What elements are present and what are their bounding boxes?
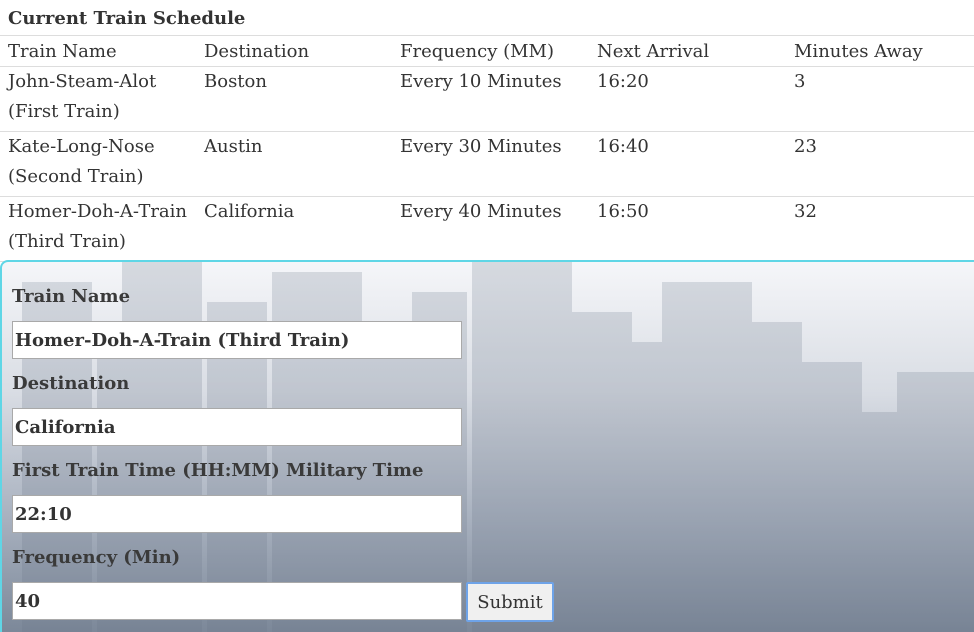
column-header-destination: Destination — [196, 36, 392, 67]
cell-next-arrival: 16:20 — [589, 66, 786, 132]
table-header-row: Train Name Destination Frequency (MM) Ne… — [0, 36, 974, 67]
frequency-text: Every 30 Minutes — [400, 136, 562, 157]
train-name-subtext: (First Train) — [8, 101, 120, 122]
cell-train-name: Kate-Long-Nose (Second Train) — [0, 131, 196, 197]
train-name-subtext: (Second Train) — [8, 166, 144, 187]
cell-minutes-away: 32 — [786, 196, 974, 262]
cell-destination: Austin — [196, 131, 392, 197]
schedule-title: Current Train Schedule — [8, 8, 246, 29]
column-header-train-name: Train Name — [0, 36, 196, 67]
add-train-form: Train Name Destination First Train Time … — [0, 260, 974, 632]
first-train-time-input[interactable] — [12, 495, 462, 533]
next-arrival-text: 16:20 — [597, 71, 649, 92]
column-header-next-arrival: Next Arrival — [589, 36, 786, 67]
minutes-away-text: 23 — [794, 136, 817, 157]
minutes-away-text: 32 — [794, 201, 817, 222]
cell-next-arrival: 16:50 — [589, 196, 786, 262]
cell-minutes-away: 23 — [786, 131, 974, 197]
train-schedule-table: Train Name Destination Frequency (MM) Ne… — [0, 36, 974, 262]
frequency-label: Frequency (Min) — [12, 547, 181, 568]
cell-destination: Boston — [196, 66, 392, 132]
cell-frequency: Every 40 Minutes — [392, 196, 589, 262]
cell-train-name: Homer-Doh-A-Train (Third Train) — [0, 196, 196, 262]
train-name-subtext: (Third Train) — [8, 231, 126, 252]
frequency-text: Every 10 Minutes — [400, 71, 562, 92]
train-schedule-panel: Current Train Schedule Train Name Destin… — [0, 0, 974, 262]
cell-frequency: Every 10 Minutes — [392, 66, 589, 132]
minutes-away-text: 3 — [794, 71, 806, 92]
column-header-minutes-away: Minutes Away — [786, 36, 974, 67]
cell-next-arrival: 16:40 — [589, 131, 786, 197]
cell-destination: California — [196, 196, 392, 262]
city-skyline-background — [22, 262, 974, 632]
table-row: Kate-Long-Nose (Second Train) Austin Ever… — [0, 131, 974, 197]
submit-button[interactable]: Submit — [466, 582, 554, 622]
cell-train-name: John-Steam-Alot (First Train) — [0, 66, 196, 132]
table-row: John-Steam-Alot (First Train) Boston Ever… — [0, 66, 974, 132]
destination-input[interactable] — [12, 408, 462, 446]
first-train-time-label: First Train Time (HH:MM) Military Time — [12, 460, 424, 481]
next-arrival-text: 16:50 — [597, 201, 649, 222]
column-header-frequency: Frequency (MM) — [392, 36, 589, 67]
train-name-text: John-Steam-Alot — [8, 71, 157, 92]
cell-frequency: Every 30 Minutes — [392, 131, 589, 197]
next-arrival-text: 16:40 — [597, 136, 649, 157]
train-name-label: Train Name — [12, 286, 131, 307]
train-name-text: Kate-Long-Nose — [8, 136, 155, 157]
destination-text: California — [204, 201, 295, 222]
cell-minutes-away: 3 — [786, 66, 974, 132]
frequency-text: Every 40 Minutes — [400, 201, 562, 222]
table-row: Homer-Doh-A-Train (Third Train) Californi… — [0, 196, 974, 262]
train-name-text: Homer-Doh-A-Train — [8, 201, 188, 222]
train-name-input[interactable] — [12, 321, 462, 359]
destination-text: Austin — [204, 136, 263, 157]
destination-text: Boston — [204, 71, 267, 92]
destination-label: Destination — [12, 373, 130, 394]
frequency-input[interactable] — [12, 582, 462, 620]
